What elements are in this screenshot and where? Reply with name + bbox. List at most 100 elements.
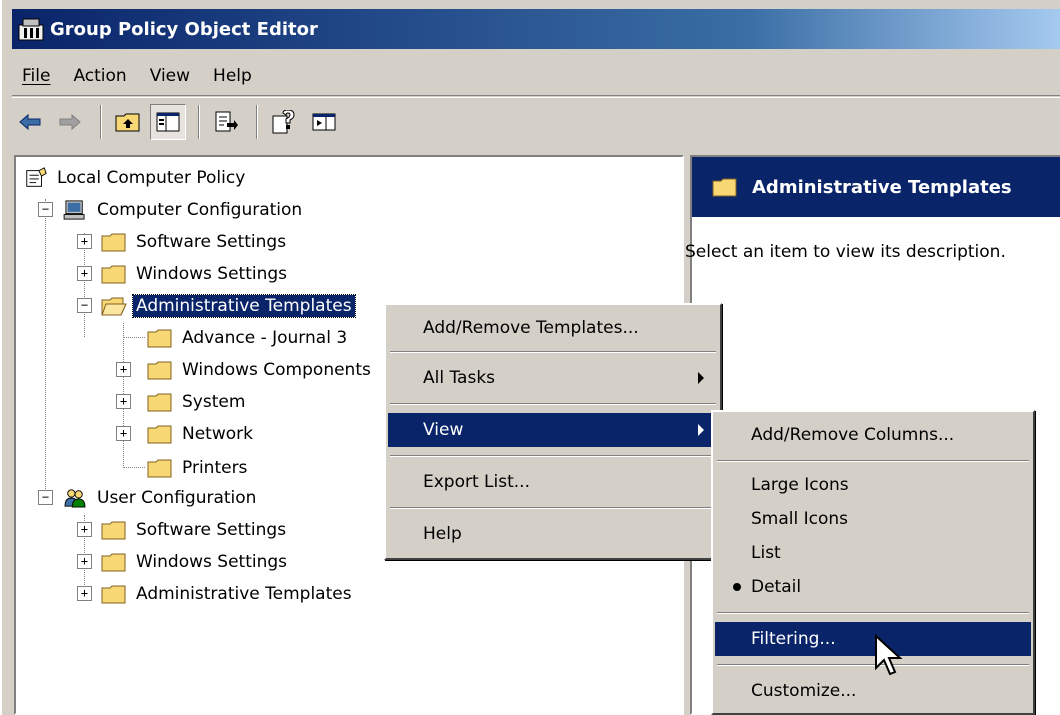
- folder-icon: [147, 361, 172, 380]
- menu-separator: [390, 351, 716, 353]
- menu-help[interactable]: Help: [203, 66, 265, 86]
- submenu-arrow-icon: [698, 424, 704, 436]
- folder-icon: [712, 178, 737, 197]
- tree-connector: [123, 467, 145, 468]
- toolbar-separator: [256, 104, 258, 139]
- radio-bullet-icon: [733, 583, 741, 591]
- open-folder-icon: [101, 297, 127, 316]
- menu-item-label: Add/Remove Templates...: [423, 318, 639, 338]
- menu-item-add-remove-columns[interactable]: Add/Remove Columns...: [715, 418, 1031, 452]
- users-icon: [64, 489, 86, 508]
- menu-item-view[interactable]: View: [388, 413, 718, 447]
- tree-label: Software Settings: [136, 232, 287, 252]
- action-pane-icon: [312, 113, 336, 130]
- collapse-toggle[interactable]: −: [38, 490, 53, 505]
- tree-item-user-software-settings[interactable]: Software Settings: [101, 515, 289, 545]
- expand-toggle[interactable]: +: [77, 586, 92, 601]
- menu-item-filtering[interactable]: Filtering...: [715, 622, 1031, 656]
- expand-toggle[interactable]: +: [116, 362, 131, 377]
- tree-label: Administrative Templates: [132, 294, 356, 318]
- details-header: Administrative Templates: [692, 157, 1060, 217]
- menu-view[interactable]: View: [140, 66, 203, 86]
- menu-item-all-tasks[interactable]: All Tasks: [388, 361, 718, 395]
- show-hide-action-pane-button[interactable]: [306, 104, 342, 140]
- menu-item-large-icons[interactable]: Large Icons: [715, 468, 1031, 502]
- tree-label: Computer Configuration: [97, 200, 303, 220]
- back-button[interactable]: [12, 104, 48, 140]
- folder-icon: [101, 265, 126, 284]
- tree-item-windows-settings[interactable]: Windows Settings: [101, 259, 290, 289]
- tree-label: Windows Settings: [136, 264, 288, 284]
- folder-up-icon: [115, 113, 140, 131]
- menu-item-label: Export List...: [423, 472, 530, 492]
- menu-separator: [717, 460, 1029, 462]
- menu-file[interactable]: File: [12, 66, 63, 86]
- group-policy-window: Group Policy Object Editor File Action V…: [0, 0, 1060, 715]
- menu-item-export-list[interactable]: Export List...: [388, 465, 718, 499]
- tree-item-user-configuration[interactable]: User Configuration: [62, 483, 259, 513]
- toolbar-separator: [198, 104, 200, 139]
- menu-item-label: Large Icons: [751, 475, 849, 495]
- expand-toggle[interactable]: +: [77, 266, 92, 281]
- menu-item-label: Add/Remove Columns...: [751, 425, 955, 445]
- menu-item-small-icons[interactable]: Small Icons: [715, 502, 1031, 536]
- mouse-pointer-icon: [875, 634, 903, 676]
- tree-item-local-computer-policy[interactable]: Local Computer Policy: [24, 163, 248, 193]
- up-one-level-button[interactable]: [110, 104, 146, 140]
- menu-item-list[interactable]: List: [715, 536, 1031, 570]
- expand-toggle[interactable]: +: [77, 522, 92, 537]
- title-bar[interactable]: Group Policy Object Editor: [12, 9, 1060, 49]
- export-list-button[interactable]: [208, 104, 244, 140]
- toolbar-separator: [100, 104, 102, 139]
- tree-label: Network: [182, 424, 253, 444]
- folder-icon: [101, 585, 126, 604]
- submenu-arrow-icon: [698, 372, 704, 384]
- forward-button[interactable]: [52, 104, 88, 140]
- collapse-toggle[interactable]: −: [38, 202, 53, 217]
- expand-toggle[interactable]: +: [116, 394, 131, 409]
- menu-item-label: Customize...: [751, 681, 857, 701]
- tree-item-advance-journal[interactable]: Advance - Journal 3: [147, 323, 350, 353]
- tree-item-windows-components[interactable]: Windows Components: [147, 355, 374, 385]
- menu-action[interactable]: Action: [63, 66, 139, 86]
- menu-item-help[interactable]: Help: [388, 517, 718, 551]
- tree-item-user-windows-settings[interactable]: Windows Settings: [101, 547, 290, 577]
- expand-toggle[interactable]: +: [77, 554, 92, 569]
- menu-item-customize[interactable]: Customize...: [715, 674, 1031, 708]
- folder-icon: [101, 521, 126, 540]
- menu-separator: [390, 455, 716, 457]
- tree-label: User Configuration: [97, 488, 257, 508]
- collapse-toggle[interactable]: −: [77, 298, 92, 313]
- menu-item-label: Detail: [751, 577, 802, 597]
- menu-item-add-remove-templates[interactable]: Add/Remove Templates...: [388, 311, 718, 345]
- expand-toggle[interactable]: +: [116, 426, 131, 441]
- tree-label: Local Computer Policy: [57, 168, 246, 188]
- policy-scroll-icon: [26, 167, 47, 187]
- menu-item-label: All Tasks: [423, 368, 496, 388]
- tree-label: Administrative Templates: [136, 584, 352, 604]
- folder-icon: [147, 425, 172, 444]
- tree-label: System: [182, 392, 246, 412]
- folder-icon: [101, 233, 126, 252]
- tree-item-administrative-templates[interactable]: Administrative Templates: [101, 291, 356, 321]
- gpo-editor-icon: [18, 18, 44, 41]
- folder-icon: [147, 393, 172, 412]
- menu-item-label: View: [423, 420, 464, 440]
- tree-connector: [123, 337, 145, 338]
- tree-item-printers[interactable]: Printers: [147, 453, 250, 483]
- tree-item-user-administrative-templates[interactable]: Administrative Templates: [101, 579, 355, 609]
- menu-item-detail[interactable]: Detail: [715, 570, 1031, 604]
- tree-item-network[interactable]: Network: [147, 419, 256, 449]
- description-text: Select an item to view its description.: [685, 242, 1006, 262]
- toolbar: [12, 97, 1060, 145]
- show-hide-tree-button[interactable]: [150, 103, 186, 140]
- back-arrow-icon: [19, 113, 41, 130]
- tree-item-computer-configuration[interactable]: Computer Configuration: [62, 195, 305, 225]
- menu-item-label: Help: [423, 524, 462, 544]
- help-button[interactable]: [266, 104, 302, 140]
- folder-icon: [147, 459, 172, 478]
- tree-item-software-settings[interactable]: Software Settings: [101, 227, 289, 257]
- expand-toggle[interactable]: +: [77, 234, 92, 249]
- context-menu: Add/Remove Templates... All Tasks View E…: [384, 303, 722, 560]
- tree-item-system[interactable]: System: [147, 387, 248, 417]
